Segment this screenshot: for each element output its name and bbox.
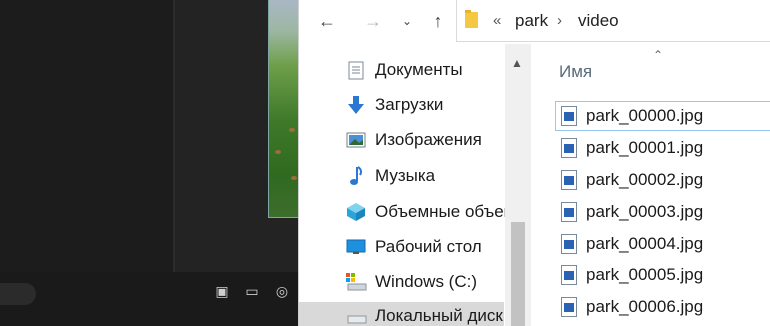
file-item[interactable]: park_00005.jpg — [555, 260, 770, 290]
breadcrumb-park[interactable]: park — [515, 10, 548, 32]
monitor-icon[interactable]: ▭ — [242, 282, 262, 300]
scroll-up-icon[interactable]: ▲ — [511, 56, 523, 70]
drive-icon — [345, 271, 367, 293]
navigation-pane: Документы Загрузки Изображения Музыка Об… — [299, 44, 531, 326]
image-file-icon — [561, 138, 577, 158]
nav-item-desktop[interactable]: Рабочий стол — [345, 233, 507, 261]
nav-pane-scrollbar[interactable]: ▲ — [505, 44, 531, 326]
file-name: park_00003.jpg — [586, 202, 704, 221]
nav-item-local-disk[interactable]: Локальный диск — [299, 302, 504, 326]
image-file-icon — [561, 170, 577, 190]
pictures-icon — [345, 129, 367, 151]
column-header-name[interactable]: Имя — [559, 62, 592, 82]
screen: ▣ ▭ ◎ ← → ⌄ ↑ « park › video Документы З… — [0, 0, 770, 326]
chevron-down-icon: ⌄ — [401, 14, 413, 28]
nav-item-label: Windows (C:) — [375, 272, 478, 291]
back-button[interactable]: ← — [313, 8, 341, 34]
nav-item-3d-objects[interactable]: Объемные объекты — [345, 198, 507, 226]
file-name: park_00006.jpg — [586, 297, 704, 316]
nav-item-label: Загрузки — [375, 95, 444, 114]
folder-icon — [465, 10, 478, 28]
3d-objects-icon — [345, 201, 367, 223]
file-item[interactable]: park_00001.jpg — [555, 133, 770, 163]
nav-item-label: Объемные объекты — [375, 202, 507, 221]
video-preview-frame — [268, 0, 302, 218]
nav-item-drive-c[interactable]: Windows (C:) — [345, 268, 507, 296]
file-item[interactable]: park_00006.jpg — [555, 292, 770, 322]
nav-item-label: Музыка — [375, 166, 436, 185]
arrow-left-icon: ← — [318, 11, 336, 31]
breadcrumb-video[interactable]: video — [578, 10, 619, 32]
file-item[interactable]: park_00000.jpg — [555, 101, 770, 131]
music-icon — [345, 165, 367, 187]
breadcrumb-overflow[interactable]: « — [493, 10, 501, 32]
nav-item-label: Рабочий стол — [375, 237, 482, 256]
breadcrumb-separator[interactable]: › — [557, 10, 562, 32]
nav-item-label: Локальный диск — [375, 306, 503, 325]
file-name: park_00002.jpg — [586, 170, 704, 189]
file-name: park_00005.jpg — [586, 265, 704, 284]
nav-item-documents[interactable]: Документы — [345, 56, 507, 84]
file-name: park_00004.jpg — [586, 234, 704, 253]
nav-item-pictures[interactable]: Изображения — [345, 126, 507, 154]
sort-ascending-icon: ⌃ — [653, 48, 664, 62]
nav-item-downloads[interactable]: Загрузки — [345, 91, 507, 119]
file-list: ⌃ Имя park_00000.jpg park_00001.jpg park… — [531, 44, 770, 326]
safe-margins-icon[interactable]: ▣ — [212, 282, 232, 300]
nav-item-label: Изображения — [375, 130, 482, 149]
image-file-icon — [561, 202, 577, 222]
navigation-bar: ← → ⌄ ↑ « park › video — [299, 0, 770, 44]
up-button[interactable]: ↑ — [426, 8, 450, 34]
image-file-icon — [561, 234, 577, 254]
vr-headset-icon[interactable]: ◎ — [272, 282, 292, 300]
recent-locations-button[interactable]: ⌄ — [399, 8, 415, 34]
file-name: park_00000.jpg — [586, 106, 704, 125]
file-dialog: ← → ⌄ ↑ « park › video Документы Загрузк… — [298, 0, 770, 326]
drive-icon — [345, 305, 367, 326]
file-item[interactable]: park_00002.jpg — [555, 165, 770, 195]
nav-item-music[interactable]: Музыка — [345, 162, 507, 190]
file-item[interactable]: park_00003.jpg — [555, 197, 770, 227]
downloads-icon — [345, 94, 367, 116]
arrow-right-icon: → — [364, 11, 382, 31]
scrollbar-thumb[interactable] — [511, 222, 525, 326]
forward-button[interactable]: → — [359, 8, 387, 34]
arrow-up-icon: ↑ — [433, 11, 443, 31]
image-file-icon — [561, 106, 577, 126]
editor-scrubber[interactable] — [0, 283, 36, 305]
desktop-icon — [345, 236, 367, 258]
file-item[interactable]: park_00004.jpg — [555, 229, 770, 259]
nav-item-label: Документы — [375, 60, 463, 79]
file-name: park_00001.jpg — [586, 138, 704, 157]
address-bar[interactable]: « park › video — [456, 0, 770, 42]
image-file-icon — [561, 265, 577, 285]
preview-controls: ▣ ▭ ◎ — [212, 282, 292, 300]
documents-icon — [345, 59, 367, 81]
image-file-icon — [561, 297, 577, 317]
